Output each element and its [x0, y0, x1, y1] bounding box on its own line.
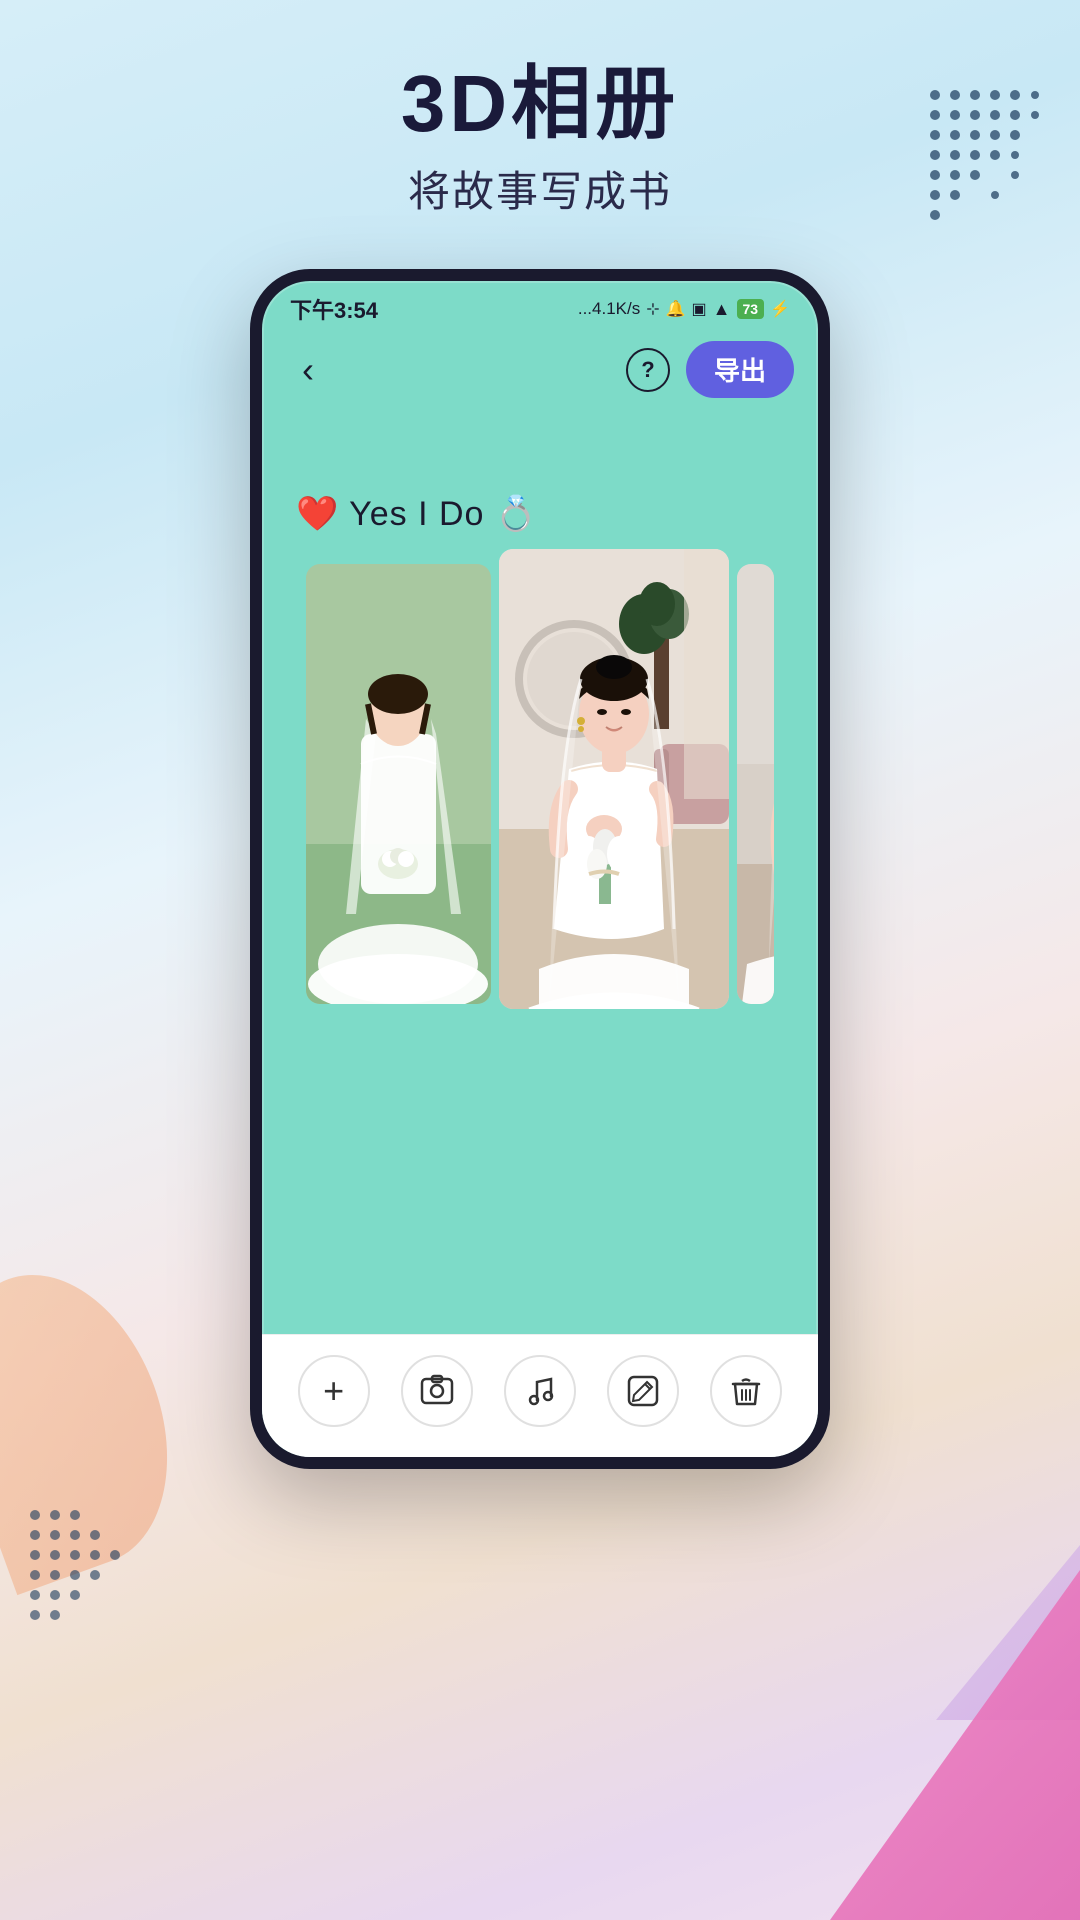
sim-icon: ▣: [692, 299, 707, 319]
music-icon: [523, 1374, 557, 1408]
photo-section: [286, 564, 794, 1004]
edit-button[interactable]: [607, 1355, 679, 1427]
photo-left[interactable]: [306, 564, 491, 1004]
add-button[interactable]: +: [298, 1355, 370, 1427]
photo-button[interactable]: [401, 1355, 473, 1427]
battery-icon: 73: [737, 299, 765, 319]
status-bar: 下午3:54 ...4.1K/s ⊹ 🔔 ▣ ▲ 73 ⚡: [262, 281, 818, 333]
back-button[interactable]: ‹: [286, 348, 330, 392]
status-icons: ...4.1K/s ⊹ 🔔 ▣ ▲ 73 ⚡: [578, 299, 790, 320]
add-icon: +: [323, 1373, 344, 1409]
app-nav-bar: ‹ ? 导出: [262, 333, 818, 414]
music-button[interactable]: [504, 1355, 576, 1427]
bottom-toolbar: +: [262, 1334, 818, 1457]
delete-icon: [729, 1374, 763, 1408]
phone-container: 下午3:54 ...4.1K/s ⊹ 🔔 ▣ ▲ 73 ⚡ ‹: [0, 269, 1080, 1469]
phone-mockup: 下午3:54 ...4.1K/s ⊹ 🔔 ▣ ▲ 73 ⚡ ‹: [250, 269, 830, 1469]
photo-right[interactable]: [737, 564, 774, 1004]
help-icon: ?: [641, 357, 654, 383]
bluetooth-icon: ⊹: [646, 299, 659, 319]
app-header-section: 3D相册 将故事写成书: [0, 0, 1080, 249]
content-area: ❤️ Yes I Do 💍: [262, 414, 818, 1457]
charging-icon: ⚡: [770, 299, 790, 319]
back-icon: ‹: [302, 349, 314, 391]
album-title: ❤️ Yes I Do 💍: [286, 494, 794, 534]
bg-shape-pink: [830, 1570, 1080, 1920]
photo-icon: [420, 1374, 454, 1408]
export-button[interactable]: 导出: [686, 341, 794, 398]
app-subtitle: 将故事写成书: [0, 158, 1080, 219]
edit-icon: [626, 1374, 660, 1408]
mute-icon: 🔔: [666, 299, 686, 319]
network-text: ...4.1K/s: [578, 299, 640, 319]
app-title: 3D相册: [0, 60, 1080, 148]
bg-dots-bottom-left: [20, 1500, 130, 1640]
delete-button[interactable]: [710, 1355, 782, 1427]
header-right-controls: ? 导出: [626, 341, 794, 398]
help-button[interactable]: ?: [626, 348, 670, 392]
photo-center[interactable]: [499, 549, 729, 1009]
phone-screen: 下午3:54 ...4.1K/s ⊹ 🔔 ▣ ▲ 73 ⚡ ‹: [262, 281, 818, 1457]
photos-wrapper: [306, 564, 774, 1004]
wifi-icon: ▲: [713, 299, 731, 320]
status-time: 下午3:54: [290, 293, 378, 325]
